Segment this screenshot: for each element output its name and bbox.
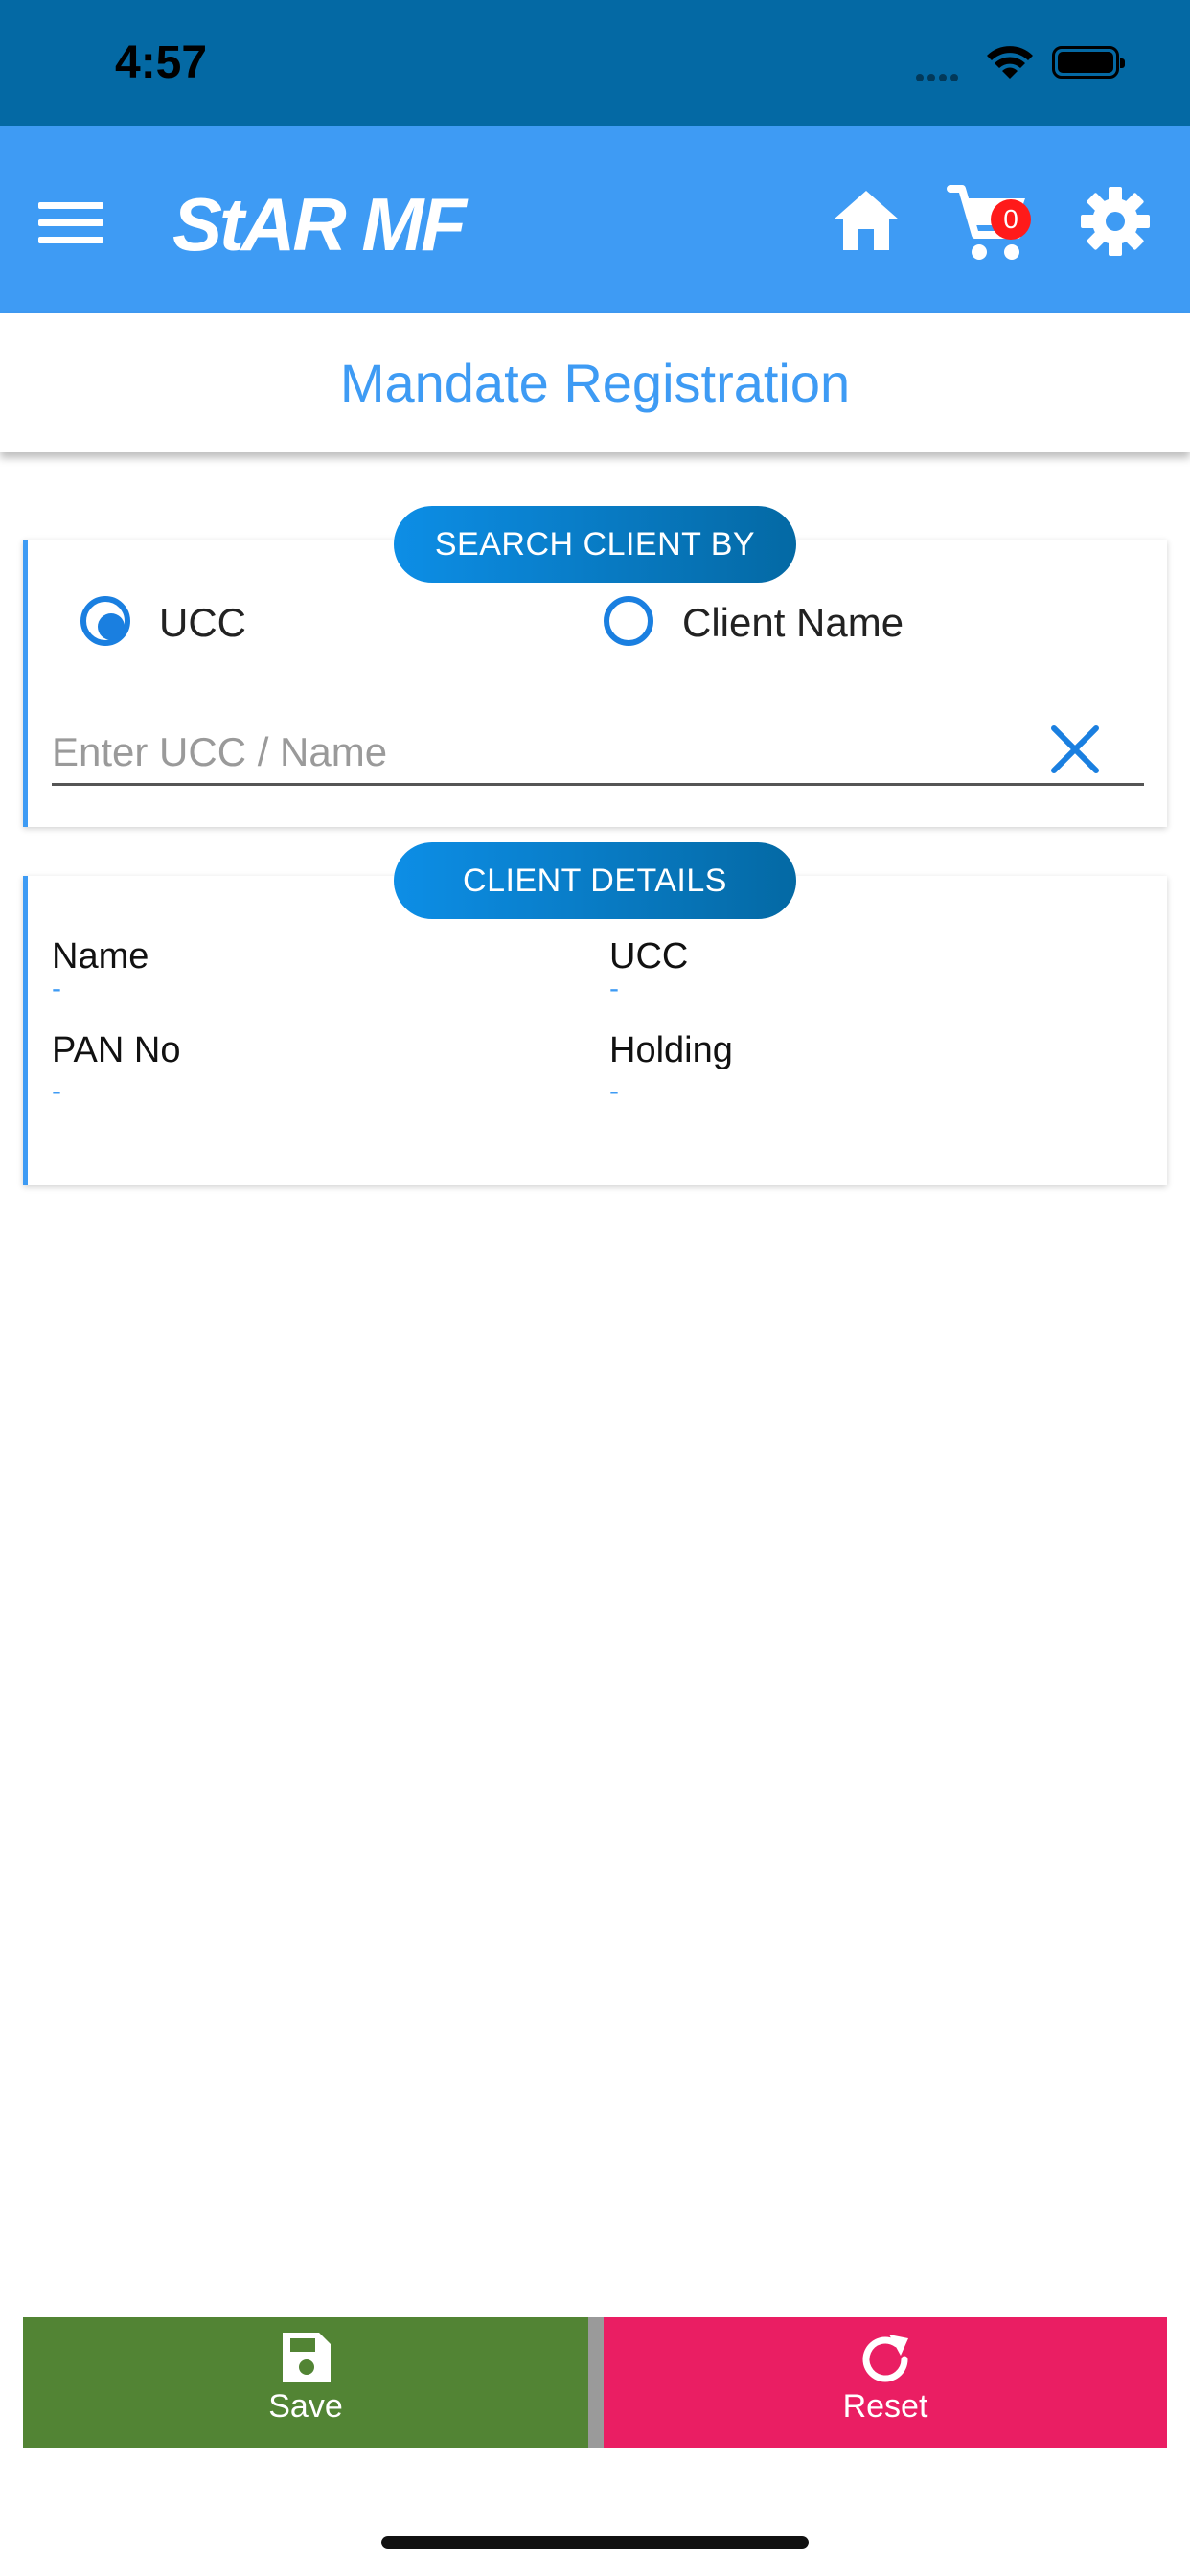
status-time: 4:57	[115, 37, 208, 88]
app-bar: StAR MF 0	[0, 126, 1190, 313]
name-label: Name	[52, 936, 149, 977]
app-logo: StAR MF	[172, 182, 467, 266]
radio-client-name-label: Client Name	[682, 600, 904, 645]
settings-gear-icon[interactable]	[1077, 183, 1154, 264]
reset-label: Reset	[842, 2388, 928, 2425]
page-title: Mandate Registration	[339, 353, 851, 413]
signal-icon	[916, 69, 970, 81]
status-bar: 4:57	[0, 0, 1190, 126]
radio-unselected-icon	[604, 596, 653, 646]
ucc-value: -	[609, 973, 619, 1004]
refresh-icon	[862, 2334, 908, 2382]
save-button[interactable]: Save	[23, 2317, 588, 2448]
floppy-disk-icon	[283, 2333, 331, 2382]
radio-ucc[interactable]: UCC	[80, 596, 368, 654]
client-details-heading: CLIENT DETAILS	[394, 842, 796, 919]
radio-client-name[interactable]: Client Name	[604, 596, 987, 654]
wifi-icon	[983, 42, 1037, 85]
cart-count-badge: 0	[991, 199, 1031, 240]
search-client-heading: SEARCH CLIENT BY	[394, 506, 796, 583]
clear-icon[interactable]	[1046, 721, 1104, 783]
page-header: Mandate Registration	[0, 313, 1190, 452]
radio-ucc-label: UCC	[159, 600, 246, 645]
home-indicator	[381, 2536, 809, 2549]
reset-button[interactable]: Reset	[604, 2317, 1167, 2448]
ucc-label: UCC	[609, 936, 689, 977]
radio-selected-icon	[80, 596, 130, 646]
client-details-card	[23, 876, 1167, 1185]
holding-label: Holding	[609, 1030, 733, 1070]
home-icon[interactable]	[830, 187, 903, 259]
holding-value: -	[609, 1075, 619, 1107]
battery-icon	[1052, 46, 1125, 79]
ucc-name-search-input[interactable]	[52, 721, 1144, 786]
name-value: -	[52, 973, 61, 1004]
button-divider	[588, 2317, 604, 2448]
menu-icon[interactable]	[38, 202, 105, 244]
pan-no-value: -	[52, 1075, 61, 1107]
pan-no-label: PAN No	[52, 1030, 181, 1070]
save-label: Save	[268, 2388, 343, 2425]
